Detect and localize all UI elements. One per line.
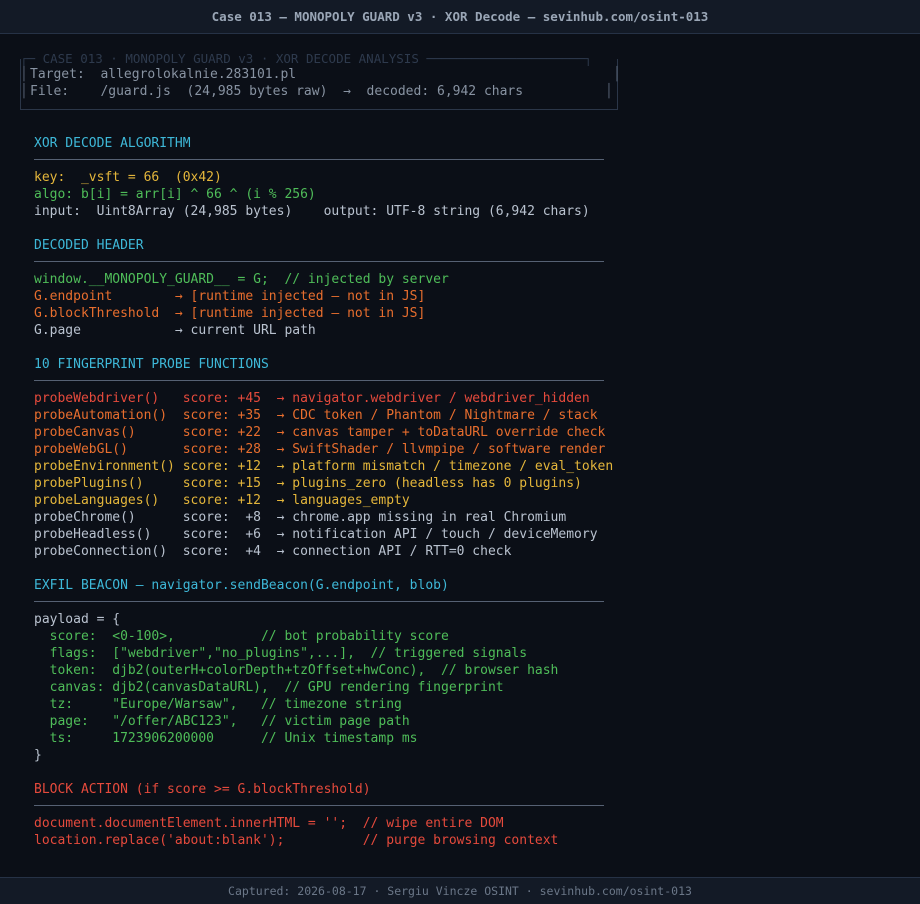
probe-row: probeConnection() score: +4 → connection… [34, 544, 512, 559]
block-heading: BLOCK ACTION (if score >= G.blockThresho… [34, 782, 371, 797]
probe-row: probeLanguages() score: +12 → languages_… [34, 493, 410, 508]
box-left-border: │ [20, 67, 28, 82]
probe-row: probeHeadless() score: +6 → notification… [34, 527, 598, 542]
payload-line: canvas: djb2(canvasDataURL), // GPU rend… [34, 680, 504, 695]
probe-row: probePlugins() score: +15 → plugins_zero… [34, 476, 582, 491]
payload-close: } [34, 748, 42, 763]
header-line: G.endpoint → [runtime injected — not in … [34, 289, 426, 304]
probe-row: probeAutomation() score: +35 → CDC token… [34, 408, 598, 423]
info-box-title: ┌─ CASE 013 · MONOPOLY GUARD v3 · XOR DE… [20, 51, 592, 66]
divider [34, 601, 604, 602]
window-title: Case 013 — MONOPOLY GUARD v3 · XOR Decod… [0, 0, 920, 34]
payload-line: ts: 1723906200000 // Unix timestamp ms [34, 731, 418, 746]
box-right-border: │ [613, 67, 621, 82]
box-left-border-2: │ [20, 84, 28, 99]
xor-key: key: _vsft = 66 (0x42) [34, 170, 222, 185]
probes-heading: 10 FINGERPRINT PROBE FUNCTIONS [34, 357, 269, 372]
header-line: G.page → current URL path [34, 323, 316, 338]
footer: Captured: 2026-08-17 · Sergiu Vincze OSI… [0, 877, 920, 904]
probe-row: probeChrome() score: +8 → chrome.app mis… [34, 510, 567, 525]
payload-line: page: "/offer/ABC123", // victim page pa… [34, 714, 410, 729]
payload-line: tz: "Europe/Warsaw", // timezone string [34, 697, 402, 712]
probe-row: probeEnvironment() score: +12 → platform… [34, 459, 614, 474]
divider [34, 159, 604, 160]
divider [34, 805, 604, 806]
divider [34, 261, 604, 262]
probe-row: probeWebGL() score: +28 → SwiftShader / … [34, 442, 606, 457]
probe-row: probeCanvas() score: +22 → canvas tamper… [34, 425, 606, 440]
box-right-border-2: │ [605, 84, 613, 99]
payload-line: flags: ["webdriver","no_plugins",...], /… [34, 646, 528, 661]
block-line: document.documentElement.innerHTML = '';… [34, 816, 504, 831]
xor-algo: algo: b[i] = arr[i] ^ 66 ^ (i % 256) [34, 187, 316, 202]
header-line: window.__MONOPOLY_GUARD__ = G; // inject… [34, 272, 449, 287]
file-line: File: /guard.js (24,985 bytes raw) → dec… [30, 84, 524, 99]
block-line: location.replace('about:blank'); // purg… [34, 833, 559, 848]
header-line: G.blockThreshold → [runtime injected — n… [34, 306, 426, 321]
header-heading: DECODED HEADER [34, 238, 144, 253]
beacon-heading: EXFIL BEACON — navigator.sendBeacon(G.en… [34, 578, 449, 593]
xor-io: input: Uint8Array (24,985 bytes) output:… [34, 204, 590, 219]
probe-row: probeWebdriver() score: +45 → navigator.… [34, 391, 590, 406]
payload-line: score: <0-100>, // bot probability score [34, 629, 449, 644]
target-line: Target: allegrolokalnie.283101.pl [30, 67, 297, 82]
payload-line: token: djb2(outerH+colorDepth+tzOffset+h… [34, 663, 559, 678]
payload-open: payload = { [34, 612, 121, 627]
divider [34, 380, 604, 381]
xor-heading: XOR DECODE ALGORITHM [34, 136, 191, 151]
